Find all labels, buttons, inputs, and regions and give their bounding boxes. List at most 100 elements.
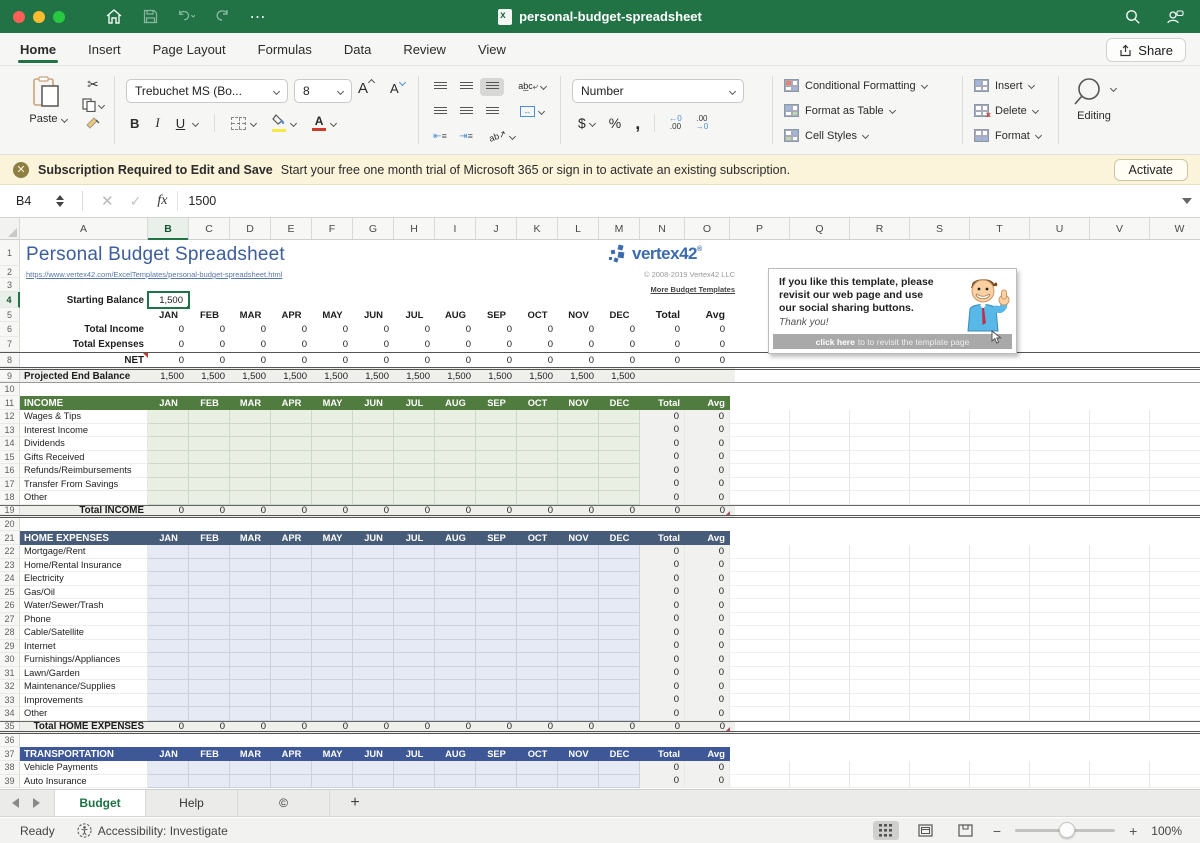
cell[interactable] bbox=[312, 383, 353, 396]
cell[interactable] bbox=[353, 680, 394, 694]
cell[interactable]: 0 bbox=[640, 722, 685, 732]
cell[interactable] bbox=[230, 680, 271, 694]
page-layout-view-button[interactable] bbox=[913, 821, 939, 840]
cell[interactable] bbox=[730, 761, 790, 775]
cell[interactable] bbox=[558, 559, 599, 573]
zoom-in-button[interactable]: + bbox=[1129, 823, 1137, 839]
cell[interactable] bbox=[558, 613, 599, 627]
cell[interactable] bbox=[271, 586, 312, 600]
cell[interactable] bbox=[189, 437, 230, 451]
row-header-36[interactable]: 36 bbox=[0, 734, 20, 747]
cell[interactable] bbox=[353, 599, 394, 613]
cell[interactable] bbox=[312, 694, 353, 708]
cell[interactable] bbox=[394, 478, 435, 492]
cell[interactable] bbox=[353, 491, 394, 505]
cell[interactable] bbox=[1150, 640, 1200, 654]
row-header-17[interactable]: 17 bbox=[0, 478, 20, 492]
cell[interactable] bbox=[517, 292, 558, 308]
cell[interactable] bbox=[1150, 545, 1200, 559]
cell[interactable] bbox=[850, 653, 910, 667]
cell[interactable] bbox=[353, 761, 394, 775]
cell[interactable] bbox=[517, 707, 558, 721]
cell[interactable] bbox=[970, 680, 1030, 694]
cell[interactable] bbox=[230, 278, 271, 292]
cell[interactable] bbox=[910, 722, 970, 732]
cell[interactable] bbox=[517, 559, 558, 573]
cell[interactable] bbox=[1090, 734, 1150, 747]
cell[interactable] bbox=[910, 410, 970, 424]
cell[interactable] bbox=[1030, 707, 1090, 721]
redo-icon[interactable] bbox=[213, 8, 231, 26]
cell[interactable] bbox=[1150, 667, 1200, 681]
cell[interactable] bbox=[476, 451, 517, 465]
cell[interactable] bbox=[970, 572, 1030, 586]
cell[interactable]: 1,500 bbox=[394, 370, 435, 382]
add-sheet-button[interactable]: + bbox=[330, 790, 380, 816]
format-as-table-button[interactable]: Format as Table bbox=[784, 98, 927, 123]
cell[interactable]: 0 bbox=[599, 506, 640, 516]
cell[interactable] bbox=[850, 518, 910, 531]
cell[interactable] bbox=[730, 694, 790, 708]
cell[interactable] bbox=[353, 410, 394, 424]
cell[interactable] bbox=[435, 464, 476, 478]
row-header-28[interactable]: 28 bbox=[0, 626, 20, 640]
cell[interactable] bbox=[148, 572, 189, 586]
cell[interactable] bbox=[558, 775, 599, 789]
column-header-N[interactable]: N bbox=[640, 218, 685, 239]
cell[interactable] bbox=[435, 240, 476, 266]
cell[interactable] bbox=[148, 707, 189, 721]
cell[interactable]: 0 bbox=[640, 424, 685, 438]
cell[interactable] bbox=[685, 292, 730, 308]
borders-button[interactable] bbox=[231, 117, 256, 130]
cell[interactable] bbox=[435, 694, 476, 708]
cell[interactable] bbox=[312, 680, 353, 694]
row-header-25[interactable]: 25 bbox=[0, 586, 20, 600]
cell[interactable] bbox=[517, 572, 558, 586]
cell[interactable] bbox=[1090, 599, 1150, 613]
cell[interactable]: 0 bbox=[685, 722, 730, 732]
cell[interactable] bbox=[1150, 424, 1200, 438]
cell[interactable] bbox=[1030, 383, 1090, 396]
cell[interactable] bbox=[148, 586, 189, 600]
cell[interactable] bbox=[1150, 240, 1200, 266]
cell[interactable] bbox=[148, 613, 189, 627]
cell[interactable] bbox=[189, 491, 230, 505]
cell[interactable] bbox=[353, 775, 394, 789]
next-sheet-icon[interactable] bbox=[33, 798, 40, 808]
cell[interactable] bbox=[730, 613, 790, 627]
cell[interactable] bbox=[1150, 353, 1200, 367]
cell[interactable] bbox=[312, 667, 353, 681]
cell[interactable] bbox=[148, 653, 189, 667]
cell[interactable] bbox=[599, 613, 640, 627]
cell[interactable]: 0 bbox=[640, 653, 685, 667]
cell[interactable] bbox=[148, 478, 189, 492]
cell[interactable] bbox=[1090, 278, 1150, 292]
cell[interactable] bbox=[148, 383, 189, 396]
cell[interactable] bbox=[970, 370, 1030, 382]
cell[interactable] bbox=[850, 383, 910, 396]
row-header-21[interactable]: 21 bbox=[0, 531, 20, 545]
cell[interactable] bbox=[230, 626, 271, 640]
cell[interactable] bbox=[1030, 240, 1090, 266]
cell[interactable] bbox=[20, 308, 148, 322]
align-middle-button[interactable] bbox=[454, 78, 478, 96]
cell[interactable] bbox=[790, 761, 850, 775]
cell[interactable] bbox=[730, 667, 790, 681]
cell[interactable] bbox=[790, 518, 850, 531]
cell[interactable] bbox=[910, 586, 970, 600]
cell[interactable] bbox=[558, 464, 599, 478]
cell[interactable] bbox=[1090, 353, 1150, 367]
cell[interactable] bbox=[970, 240, 1030, 266]
cell[interactable] bbox=[1090, 370, 1150, 382]
cell[interactable] bbox=[558, 292, 599, 308]
category-label[interactable]: Home/Rental Insurance bbox=[20, 559, 148, 573]
cell[interactable]: 0 bbox=[640, 451, 685, 465]
cell[interactable] bbox=[189, 292, 230, 308]
cell[interactable] bbox=[517, 518, 558, 531]
cell[interactable]: 0 bbox=[353, 322, 394, 337]
cell[interactable] bbox=[910, 613, 970, 627]
cell[interactable] bbox=[394, 667, 435, 681]
cell[interactable] bbox=[271, 383, 312, 396]
cell[interactable] bbox=[189, 464, 230, 478]
cell[interactable] bbox=[599, 761, 640, 775]
